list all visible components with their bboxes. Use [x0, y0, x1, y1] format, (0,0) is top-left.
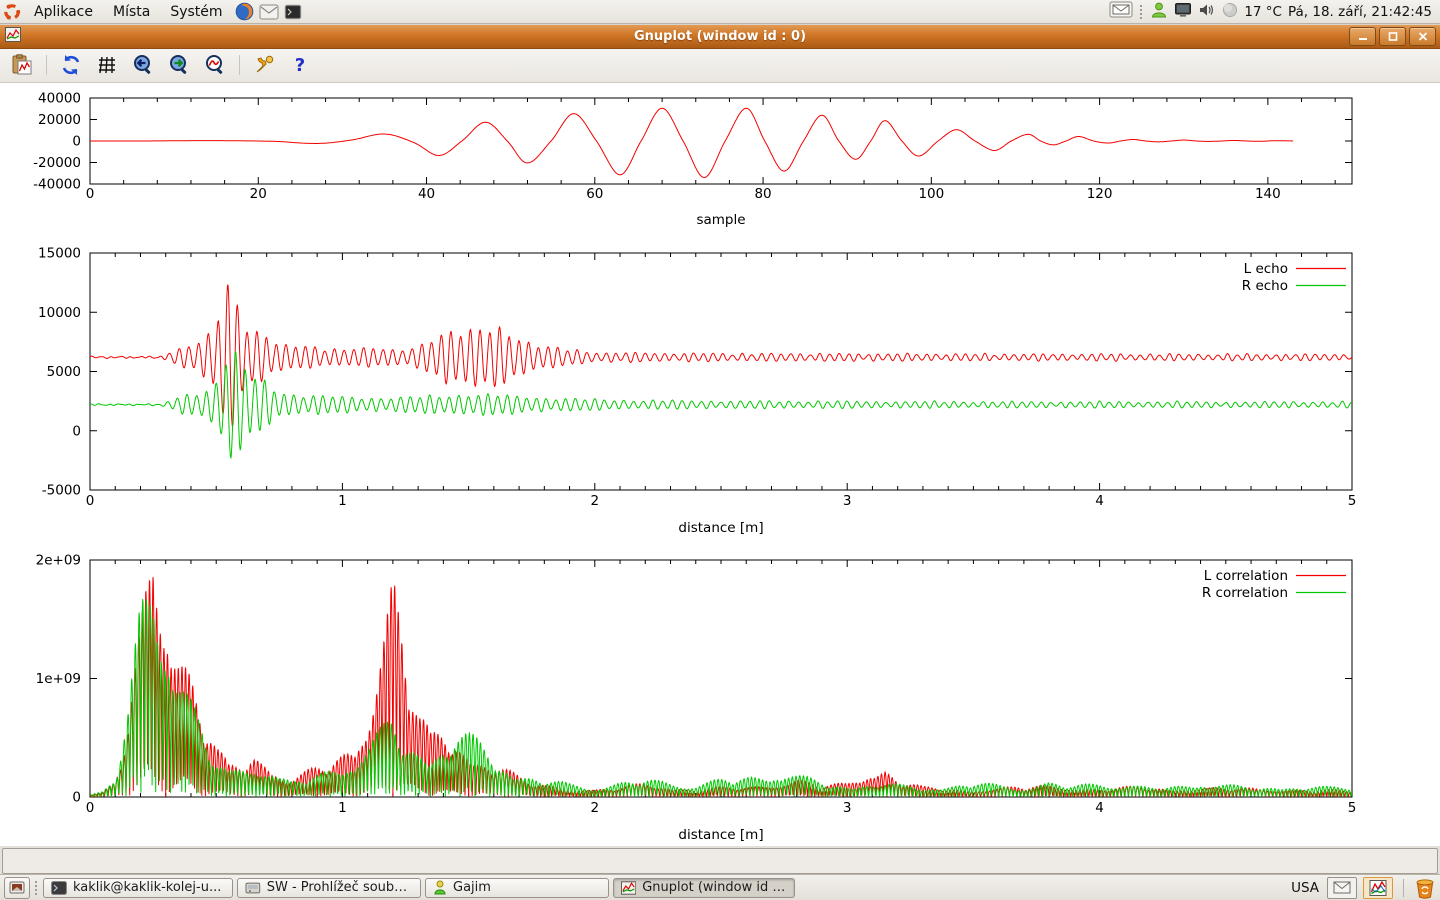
taskbar-button-label: Gajim — [453, 880, 491, 895]
svg-text:L echo: L echo — [1244, 261, 1288, 277]
close-button[interactable] — [1409, 27, 1436, 46]
svg-text:2: 2 — [591, 800, 600, 816]
svg-text:20: 20 — [250, 186, 267, 202]
minimize-button[interactable] — [1349, 27, 1376, 46]
taskbar-button-label: kaklik@kaklik-kolej-u... — [73, 880, 221, 895]
maximize-button[interactable] — [1379, 27, 1406, 46]
statusbar — [0, 846, 1440, 874]
svg-text:2: 2 — [591, 493, 600, 509]
svg-text:40: 40 — [418, 186, 435, 202]
temperature-label[interactable]: 17 °C — [1244, 4, 1282, 20]
svg-text:5000: 5000 — [47, 364, 81, 380]
desktop: Aplikace Místa Systém — [0, 0, 1440, 900]
zoom-previous-icon[interactable] — [131, 53, 155, 77]
mail-notification-icon[interactable] — [1109, 1, 1133, 22]
toggle-grid-icon[interactable] — [95, 53, 119, 77]
svg-text:0: 0 — [72, 423, 81, 439]
gajim-icon — [433, 880, 447, 895]
svg-text:20000: 20000 — [38, 112, 81, 128]
menu-applications-label: Aplikace — [34, 4, 93, 20]
svg-text:5: 5 — [1348, 800, 1357, 816]
mail-tray-icon[interactable] — [1327, 877, 1357, 899]
gnuplot-window: Gnuplot (window id : 0) — [0, 25, 1440, 874]
svg-text:3: 3 — [843, 493, 852, 509]
taskbar-button-label: Gnuplot (window id : 0) — [642, 880, 787, 895]
menu-places-label: Místa — [113, 4, 150, 20]
menu-applications[interactable]: Aplikace — [24, 0, 103, 24]
svg-text:4: 4 — [1095, 800, 1104, 816]
zoom-next-icon[interactable] — [167, 53, 191, 77]
svg-text:10000: 10000 — [38, 305, 81, 321]
menu-system[interactable]: Systém — [160, 0, 232, 24]
gnome-bottom-panel: kaklik@kaklik-kolej-u... SW - Prohlížeč … — [0, 874, 1440, 900]
help-icon[interactable]: ? — [288, 53, 312, 77]
gnome-top-panel: Aplikace Místa Systém — [0, 0, 1440, 24]
svg-text:0: 0 — [86, 493, 95, 509]
svg-text:R echo: R echo — [1242, 278, 1288, 294]
svg-text:-20000: -20000 — [33, 155, 81, 171]
taskbar-button-label: SW - Prohlížeč souborů — [267, 880, 413, 895]
svg-text:L correlation: L correlation — [1204, 568, 1288, 584]
svg-text:distance [m]: distance [m] — [678, 827, 763, 843]
svg-text:4: 4 — [1095, 493, 1104, 509]
svg-text:0: 0 — [86, 800, 95, 816]
svg-text:sample: sample — [696, 212, 745, 228]
tasklist-handle[interactable] — [34, 880, 39, 896]
plot-canvas[interactable]: 020406080100120140-40000-200000200004000… — [0, 83, 1440, 846]
svg-text:0: 0 — [72, 789, 81, 805]
file-manager-icon — [245, 881, 261, 895]
svg-text:120: 120 — [1087, 186, 1113, 202]
svg-text:15000: 15000 — [38, 245, 81, 261]
svg-text:2e+09: 2e+09 — [36, 552, 81, 568]
volume-icon[interactable] — [1198, 2, 1216, 22]
taskbar-button-gnuplot[interactable]: Gnuplot (window id : 0) — [613, 878, 795, 898]
svg-text:140: 140 — [1255, 186, 1281, 202]
svg-text:-5000: -5000 — [42, 482, 81, 498]
svg-text:0: 0 — [72, 133, 81, 149]
display-icon[interactable] — [1174, 2, 1192, 22]
configure-icon[interactable] — [252, 53, 276, 77]
svg-text:3: 3 — [843, 800, 852, 816]
terminal-icon — [51, 881, 67, 895]
keyboard-layout-indicator[interactable]: USA — [1291, 880, 1321, 896]
taskbar-button-gajim[interactable]: Gajim — [425, 878, 609, 898]
taskbar-button-terminal[interactable]: kaklik@kaklik-kolej-u... — [43, 878, 233, 898]
svg-text:40000: 40000 — [38, 90, 81, 106]
svg-text:R correlation: R correlation — [1202, 585, 1288, 601]
autoscale-icon[interactable] — [203, 53, 227, 77]
menu-system-label: Systém — [170, 4, 222, 20]
terminal-launcher-icon[interactable] — [281, 0, 305, 24]
trash-icon[interactable] — [1414, 877, 1436, 899]
ubuntu-logo-icon[interactable] — [0, 0, 24, 24]
toolbar: ? — [0, 49, 1440, 83]
mail-launcher-icon[interactable] — [257, 0, 281, 24]
svg-text:distance [m]: distance [m] — [678, 520, 763, 536]
copy-to-clipboard-icon[interactable] — [10, 53, 34, 77]
menu-places[interactable]: Místa — [103, 0, 160, 24]
svg-text:0: 0 — [86, 186, 95, 202]
show-desktop-button[interactable] — [4, 877, 30, 899]
clock-label[interactable]: Pá, 18. září, 21:42:45 — [1288, 4, 1432, 20]
window-title: Gnuplot (window id : 0) — [0, 29, 1440, 44]
taskbar-button-file-manager[interactable]: SW - Prohlížeč souborů — [237, 878, 421, 898]
svg-text:80: 80 — [754, 186, 771, 202]
firefox-icon[interactable] — [233, 0, 257, 24]
svg-text:?: ? — [295, 55, 305, 76]
tray-handle[interactable] — [1139, 4, 1144, 20]
svg-text:1: 1 — [338, 493, 347, 509]
svg-text:-40000: -40000 — [33, 176, 81, 192]
svg-text:5: 5 — [1348, 493, 1357, 509]
gnuplot-icon — [621, 881, 636, 895]
replot-icon[interactable] — [59, 53, 83, 77]
weather-icon[interactable] — [1222, 2, 1238, 22]
top-panel-tray: 17 °C Pá, 18. září, 21:42:45 — [1109, 1, 1440, 23]
plot-window-tray-icon[interactable] — [1363, 877, 1393, 899]
svg-text:1: 1 — [338, 800, 347, 816]
svg-text:60: 60 — [586, 186, 603, 202]
svg-text:100: 100 — [918, 186, 944, 202]
gnuplot-plots: 020406080100120140-40000-200000200004000… — [0, 83, 1440, 849]
svg-text:1e+09: 1e+09 — [36, 671, 81, 687]
user-switcher-icon[interactable] — [1150, 1, 1168, 23]
titlebar[interactable]: Gnuplot (window id : 0) — [0, 25, 1440, 49]
